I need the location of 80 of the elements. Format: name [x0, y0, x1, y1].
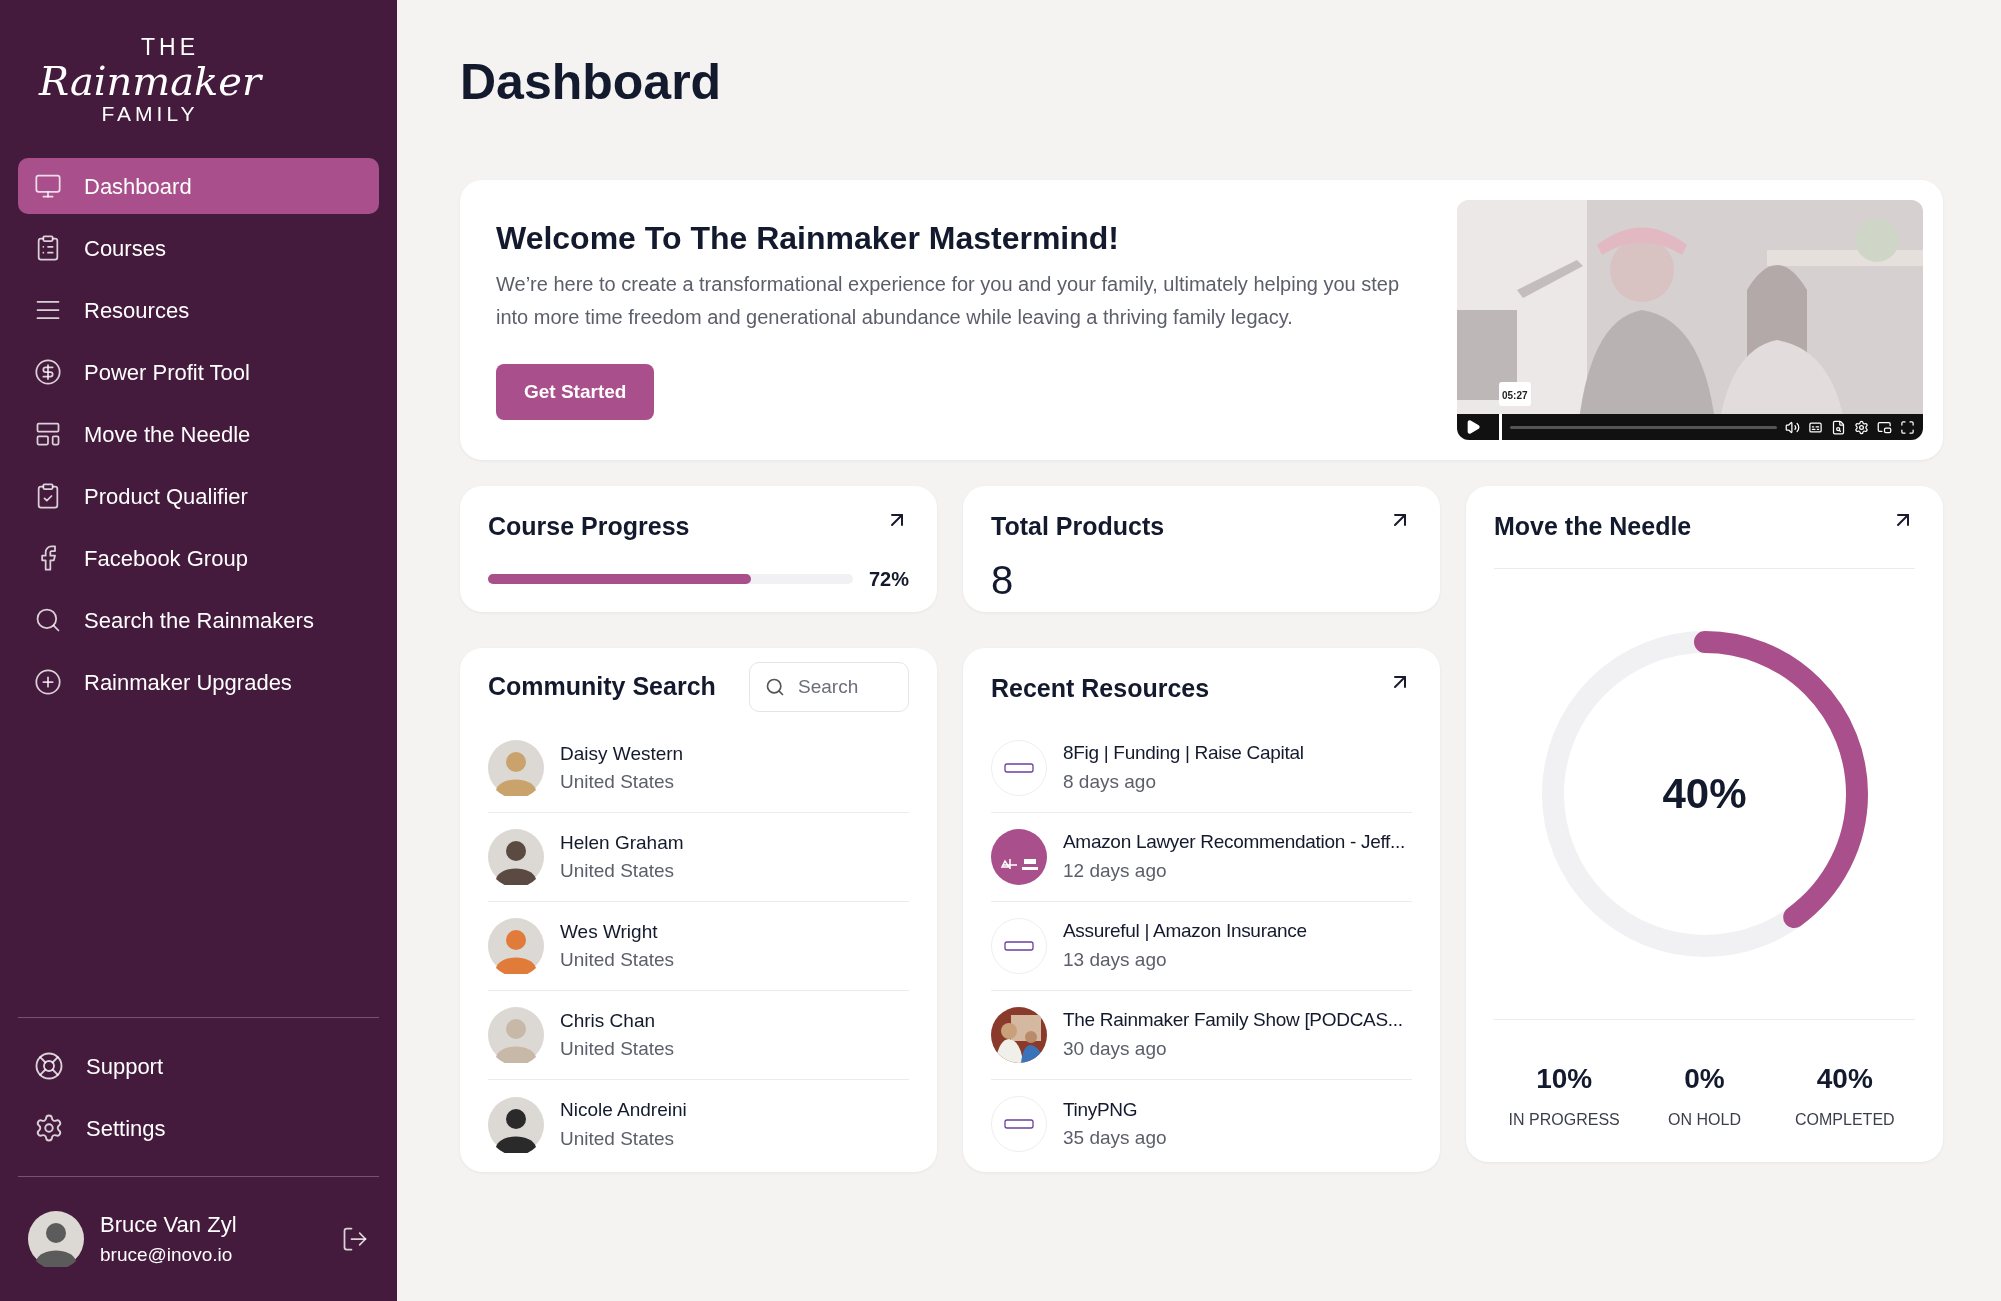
nav-item[interactable]: Search the Rainmakers	[18, 592, 379, 648]
user-name: Bruce Van Zyl	[100, 1211, 238, 1240]
nav-item[interactable]: Settings	[18, 1100, 379, 1156]
monitor-icon	[34, 172, 62, 200]
person-country: United States	[560, 859, 676, 883]
card-title: Course Progress	[488, 511, 690, 542]
nav-item[interactable]: Rainmaker Upgrades	[18, 654, 379, 710]
person-name: Daisy Western	[560, 741, 684, 766]
resource-age: 35 days ago	[1063, 1126, 1167, 1150]
nav-item[interactable]: Product Qualifier	[18, 468, 379, 524]
user-email: bruce@inovo.io	[100, 1243, 234, 1268]
search-icon	[765, 677, 785, 697]
logout-button[interactable]	[341, 1225, 369, 1253]
get-started-button[interactable]: Get Started	[496, 364, 655, 420]
fullscreen-icon[interactable]	[1900, 419, 1915, 435]
nav-item[interactable]: Support	[18, 1038, 379, 1094]
nav-item[interactable]: Power Profit Tool	[18, 344, 379, 400]
product-count: 8	[991, 556, 1015, 604]
person-country: United States	[560, 948, 675, 972]
nav-item[interactable]: Resources	[18, 282, 379, 338]
resource-thumbnail	[991, 917, 1047, 974]
progress-reading: 72%	[868, 566, 909, 592]
person-name: Helen Graham	[560, 830, 684, 855]
person-country: United States	[560, 770, 676, 794]
settings-icon[interactable]	[1854, 419, 1869, 435]
lifebuoy-icon	[34, 1051, 64, 1081]
logo-text: FAMILY	[101, 103, 199, 124]
person-country: United States	[560, 1037, 675, 1061]
layout-icon	[34, 420, 62, 448]
person-name: Nicole Andreini	[560, 1098, 687, 1122]
resource-thumbnail	[991, 828, 1047, 885]
resource-title[interactable]: The Rainmaker Family Show [PODCAS...	[1063, 1006, 1403, 1035]
stat-label: COMPLETED	[1795, 1109, 1895, 1130]
logout-icon	[341, 1225, 369, 1253]
captions-icon[interactable]	[1808, 419, 1823, 435]
search-field[interactable]: Search	[749, 662, 909, 712]
stat-label: ON HOLD	[1668, 1109, 1741, 1130]
person-name: Wes Wright	[560, 919, 659, 944]
pip-icon[interactable]	[1877, 419, 1892, 435]
resource-title[interactable]: Amazon Lawyer Recommendation - Jeff...	[1063, 828, 1406, 857]
card-title: Total Products	[991, 511, 1165, 542]
resource-title[interactable]: 8Fig | Funding | Raise Capital	[1063, 739, 1304, 768]
play-icon[interactable]	[1465, 419, 1481, 435]
resource-thumbnail	[991, 1096, 1047, 1152]
nav-item[interactable]: Dashboard	[18, 158, 379, 214]
settings-icon	[34, 1113, 64, 1143]
welcome-text: We’re here to create a transformational experience for you and your family, ultimately helping you step into more time freedom and generational abundance while leaving a thriving family legacy.	[496, 272, 1401, 330]
transcript-icon[interactable]	[1831, 419, 1846, 435]
resource-age: 30 days ago	[1063, 1036, 1168, 1061]
card-title: Recent Resources	[991, 673, 1210, 704]
search-icon	[34, 606, 62, 634]
video-player[interactable]: 05:27	[1457, 200, 1923, 440]
nav-item[interactable]: Facebook Group	[18, 530, 379, 586]
welcome-title: Welcome To The Rainmaker Mastermind!	[496, 219, 1120, 258]
resource-age: 8 days ago	[1063, 769, 1157, 794]
stat-value: 0%	[1684, 1061, 1725, 1096]
dollar-icon	[34, 358, 62, 386]
card-title: Community Search	[488, 671, 716, 703]
volume-icon[interactable]	[1785, 419, 1800, 435]
nav-item[interactable]: Move the Needle	[18, 406, 379, 462]
nav-item[interactable]: Courses	[18, 220, 379, 276]
stat-value: 40%	[1816, 1061, 1873, 1096]
person-name: Chris Chan	[560, 1008, 657, 1033]
person-country: United States	[560, 1126, 676, 1151]
resource-thumbnail	[991, 739, 1047, 796]
stat-value: 10%	[1536, 1061, 1593, 1096]
stat-label: IN PROGRESS	[1508, 1109, 1620, 1130]
card-title: Move the Needle	[1494, 511, 1692, 542]
logo-script: Rainmaker	[38, 61, 262, 101]
avatar	[28, 1211, 84, 1267]
ring-reading: 40%	[1662, 769, 1747, 819]
resource-thumbnail	[991, 1006, 1047, 1063]
page-title: Dashboard	[460, 53, 723, 112]
resource-age: 12 days ago	[1063, 858, 1168, 883]
resource-title[interactable]: Assureful | Amazon Insurance	[1063, 917, 1307, 946]
logo-text: THE	[141, 36, 199, 59]
plus-icon	[34, 668, 62, 696]
video-time: 05:27	[1502, 390, 1528, 401]
resource-title[interactable]: TinyPNG	[1063, 1095, 1167, 1124]
resource-age: 13 days ago	[1063, 947, 1168, 972]
